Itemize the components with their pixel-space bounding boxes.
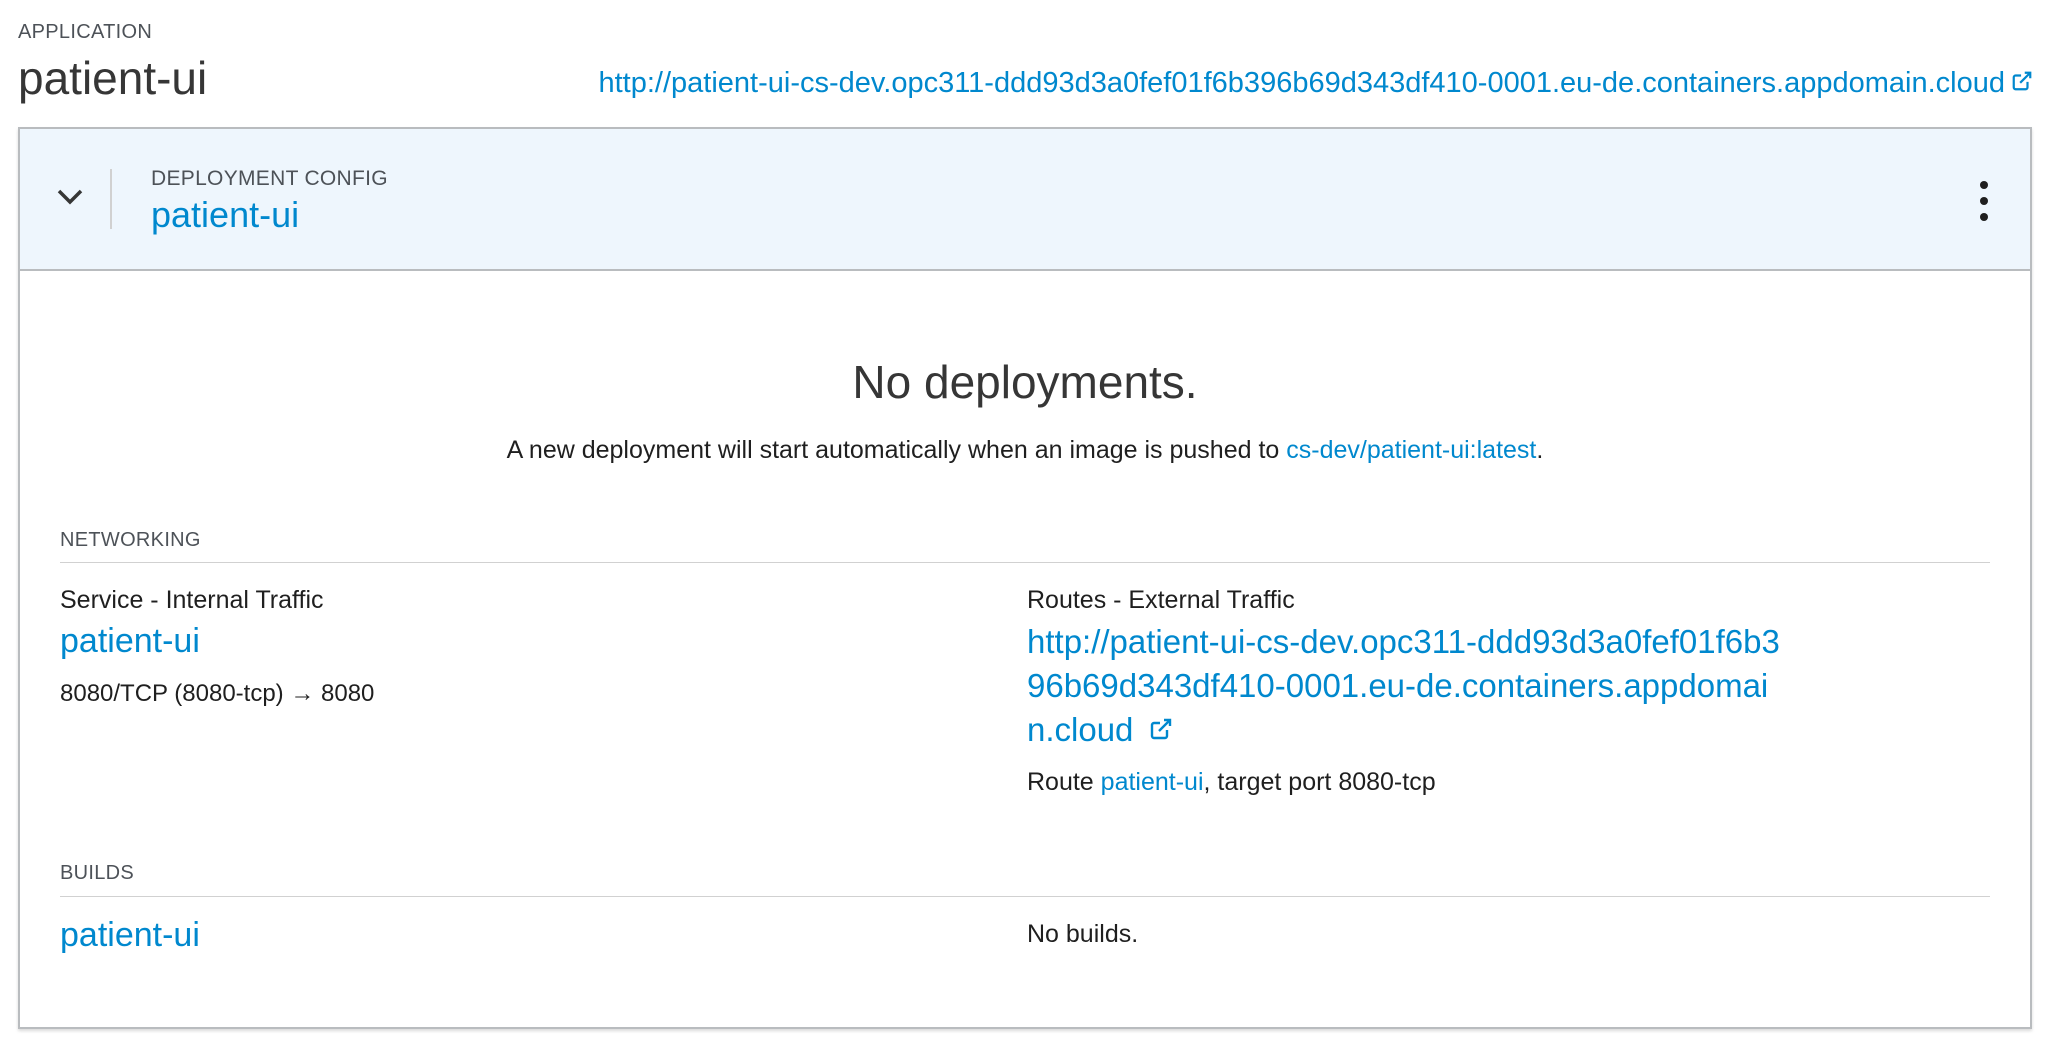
route-url-link[interactable]: http://patient-ui-cs-dev.opc311-ddd93d3a… <box>1027 620 1787 752</box>
networking-divider <box>60 562 1990 563</box>
route-name-link[interactable]: patient-ui <box>1101 768 1204 796</box>
route-suffix: , target port 8080-tcp <box>1203 768 1436 796</box>
builds-section-label: BUILDS <box>60 862 135 884</box>
route-prefix: Route <box>1027 768 1101 796</box>
header-divider <box>110 169 112 229</box>
empty-state-text-after: . <box>1536 436 1544 464</box>
service-label: Service - Internal Traffic <box>60 586 324 614</box>
builds-status: No builds. <box>1027 920 1139 948</box>
external-link-icon <box>2011 65 2033 101</box>
deployment-config-card: DEPLOYMENT CONFIG patient-ui No deployme… <box>18 127 2032 1029</box>
application-name: patient-ui <box>18 52 208 104</box>
image-stream-link[interactable]: cs-dev/patient-ui:latest <box>1286 436 1536 464</box>
external-link-icon <box>1149 708 1173 752</box>
chevron-down-icon <box>56 188 84 211</box>
collapse-toggle-button[interactable] <box>50 179 90 219</box>
kebab-menu-icon[interactable] <box>1974 181 1994 221</box>
networking-section-label: NETWORKING <box>60 529 201 551</box>
deployment-config-name-link[interactable]: patient-ui <box>151 193 299 237</box>
empty-state-title: No deployments. <box>852 356 1198 408</box>
builds-divider <box>60 896 1990 897</box>
route-detail: Route patient-ui, target port 8080-tcp <box>1027 767 1436 797</box>
application-overview: APPLICATION patient-ui http://patient-ui… <box>0 0 2048 1052</box>
application-route-url[interactable]: http://patient-ui-cs-dev.opc311-ddd93d3a… <box>599 65 2006 101</box>
empty-state-text: A new deployment will start automaticall… <box>20 434 2030 466</box>
deployment-config-header: DEPLOYMENT CONFIG patient-ui <box>20 129 2030 271</box>
service-ports: 8080/TCP (8080-tcp) → 8080 <box>60 680 375 707</box>
routes-label: Routes - External Traffic <box>1027 586 1295 614</box>
route-url[interactable]: http://patient-ui-cs-dev.opc311-ddd93d3a… <box>1027 623 1780 748</box>
empty-state-text-before: A new deployment will start automaticall… <box>506 436 1287 464</box>
application-section-label: APPLICATION <box>18 21 153 43</box>
deployment-config-label: DEPLOYMENT CONFIG <box>151 167 388 190</box>
build-config-name-link[interactable]: patient-ui <box>60 913 200 957</box>
application-route-link[interactable]: http://patient-ui-cs-dev.opc311-ddd93d3a… <box>599 65 2034 101</box>
service-name-link[interactable]: patient-ui <box>60 619 200 663</box>
